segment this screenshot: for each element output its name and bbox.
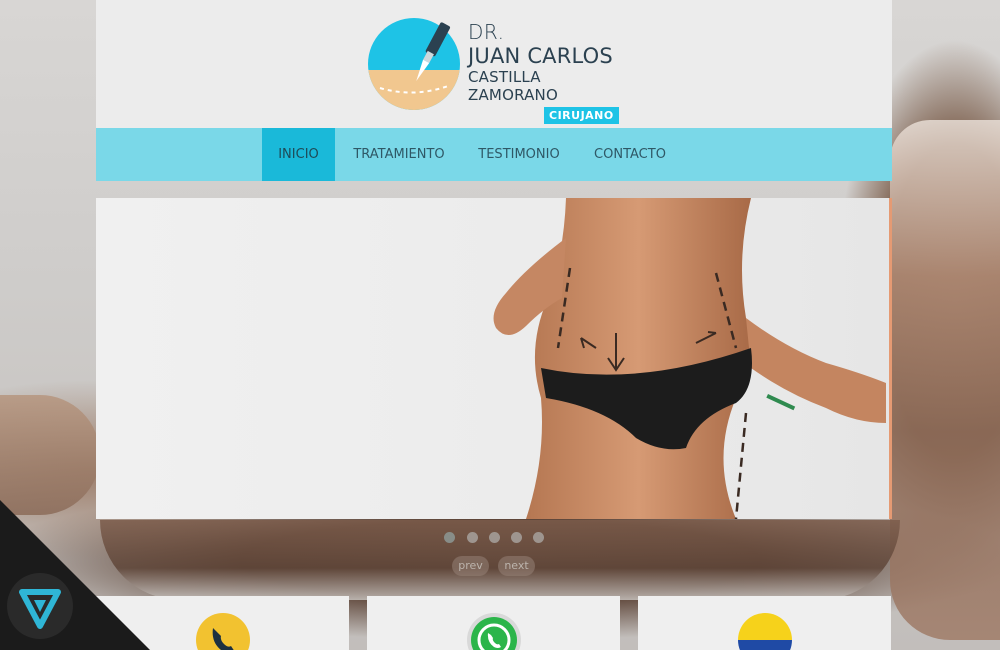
slider-next-button[interactable]: next — [498, 556, 535, 576]
logo-badge: CIRUJANO — [544, 107, 619, 124]
logo-name-last: CASTILLA ZAMORANO — [468, 68, 558, 104]
slider-dot-5[interactable] — [533, 532, 544, 543]
main-nav: INICIO TRATAMIENTO TESTIMONIO CONTACTO — [96, 128, 892, 181]
site-logo[interactable]: DR. JUAN CARLOS CASTILLA ZAMORANO CIRUJA… — [366, 16, 626, 124]
logo-dr: DR. — [468, 20, 505, 44]
background-leg-right — [890, 120, 1000, 640]
nav-item-tratamiento[interactable]: TRATAMIENTO — [344, 128, 454, 181]
slider-dot-2[interactable] — [467, 532, 478, 543]
logo-name-first: JUAN CARLOS — [468, 44, 613, 68]
nav-item-contacto[interactable]: CONTACTO — [584, 128, 676, 181]
site-header: DR. JUAN CARLOS CASTILLA ZAMORANO CIRUJA… — [96, 0, 892, 128]
contact-card-whatsapp[interactable] — [367, 596, 620, 650]
slider-dot-3[interactable] — [489, 532, 500, 543]
hero-slider[interactable] — [96, 198, 889, 519]
slider-dot-4[interactable] — [511, 532, 522, 543]
slider-dot-1[interactable] — [444, 532, 455, 543]
scalpel-logo-icon — [368, 18, 460, 110]
phone-icon — [195, 613, 250, 650]
slider-prev-button[interactable]: prev — [452, 556, 489, 576]
whatsapp-icon — [466, 613, 521, 650]
nav-item-testimonio[interactable]: TESTIMONIO — [472, 128, 566, 181]
colombia-flag-icon — [737, 613, 792, 650]
logo-text: DR. JUAN CARLOS CASTILLA ZAMORANO CIRUJA… — [468, 20, 626, 124]
corner-badge[interactable] — [0, 500, 150, 650]
slide-image-body-contour — [493, 198, 886, 519]
slider-edge — [889, 198, 892, 519]
contact-card-country[interactable] — [638, 596, 891, 650]
nav-item-inicio[interactable]: INICIO — [262, 128, 335, 181]
slider-pagination — [444, 532, 554, 544]
